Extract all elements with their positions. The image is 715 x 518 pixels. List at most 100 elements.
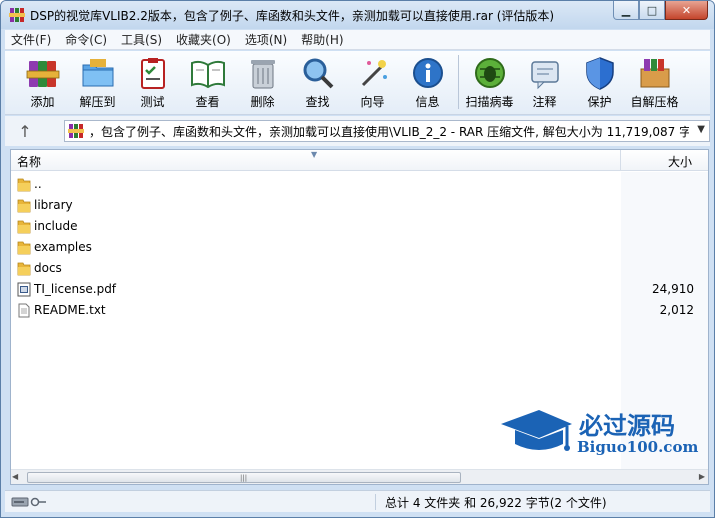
column-divider[interactable] — [620, 150, 621, 171]
column-name-header[interactable]: 名称 — [17, 153, 41, 170]
menu-bar: 文件(F) 命令(C) 工具(S) 收藏夹(O) 选项(N) 帮助(H) — [5, 30, 710, 50]
up-folder-button[interactable]: ↑ — [5, 117, 45, 145]
toolbar: 添加 解压到 测试 查看 删除 查找 向导 信息 扫描病毒 注释 保护 自解压格 — [5, 51, 710, 115]
file-name: .. — [34, 177, 42, 191]
dropdown-arrow-icon[interactable]: ▼ — [697, 124, 705, 135]
column-size-header[interactable]: 大小 — [668, 153, 692, 170]
add-button[interactable]: 添加 — [15, 51, 70, 111]
close-button[interactable]: ✕ — [665, 1, 708, 20]
scrollbar-thumb[interactable]: ||| — [27, 472, 461, 483]
file-name: docs — [34, 261, 62, 275]
comment-button[interactable]: 注释 — [517, 51, 572, 111]
open-book-icon — [190, 60, 225, 89]
menu-favorites[interactable]: 收藏夹(O) — [176, 31, 231, 48]
view-label: 查看 — [195, 95, 220, 109]
file-row[interactable]: TI_license.pdf 24,910 — [11, 279, 708, 300]
watermark-subtitle: Biguo100.com — [577, 438, 699, 456]
winrar-app-icon — [9, 8, 25, 22]
trash-can-icon — [250, 60, 275, 89]
file-row[interactable]: README.txt 2,012 — [11, 300, 708, 321]
comment-note-icon — [530, 61, 559, 90]
watermark: 必过源码 Biguo100.com — [499, 406, 704, 466]
path-combobox[interactable]: ，包含了例子、库函数和头文件，亲测加载可以直接使用\VLIB_2_2 - RAR… — [64, 120, 710, 142]
menu-help[interactable]: 帮助(H) — [301, 31, 343, 48]
sort-arrow-icon: ▼ — [311, 150, 318, 159]
folder-icon — [17, 178, 31, 192]
shield-icon — [585, 57, 614, 90]
sfx-box-icon — [640, 59, 669, 88]
toolbar-separator — [458, 55, 459, 109]
protect-button[interactable]: 保护 — [572, 51, 627, 111]
text-file-icon — [18, 303, 30, 318]
file-name: README.txt — [34, 303, 106, 317]
find-button[interactable]: 查找 — [290, 51, 345, 111]
maximize-icon: □ — [646, 3, 658, 17]
wizard-label: 向导 — [360, 95, 385, 109]
folder-icon — [17, 241, 31, 255]
arrow-up-icon: ↑ — [18, 121, 32, 141]
file-name: TI_license.pdf — [34, 282, 117, 296]
file-row[interactable]: examples — [11, 237, 708, 258]
delete-label: 删除 — [250, 95, 275, 109]
graduation-cap-icon — [501, 410, 572, 451]
drive-key-icon — [11, 497, 46, 507]
status-summary: 总计 4 文件夹 和 26,922 字节(2 个文件) — [385, 496, 607, 510]
sfx-button[interactable]: 自解压格 — [627, 51, 682, 111]
delete-button[interactable]: 删除 — [235, 51, 290, 111]
file-name: include — [34, 219, 78, 233]
file-row[interactable]: docs — [11, 258, 708, 279]
folder-icon — [17, 199, 31, 213]
file-row[interactable]: library — [11, 195, 708, 216]
menu-tools[interactable]: 工具(S) — [121, 31, 162, 48]
maximize-button[interactable]: □ — [639, 1, 665, 20]
checklist-icon — [140, 58, 165, 89]
extract-to-button[interactable]: 解压到 — [70, 51, 125, 111]
info-label: 信息 — [415, 95, 440, 109]
folder-icon — [17, 220, 31, 234]
extract-folder-icon — [82, 59, 113, 87]
scroll-right-icon[interactable]: ▶ — [699, 472, 705, 481]
protect-label: 保护 — [587, 95, 612, 109]
menu-file[interactable]: 文件(F) — [11, 31, 51, 48]
file-name: examples — [34, 240, 92, 254]
title-bar[interactable]: DSP的视觉库VLIB2.2版本，包含了例子、库函数和头文件，亲测加载可以直接使… — [1, 1, 714, 29]
view-button[interactable]: 查看 — [180, 51, 235, 111]
extract-to-label: 解压到 — [79, 95, 116, 109]
file-list: 名称 ▼ 大小 .. library include examples docs TI_l… — [10, 149, 709, 485]
close-icon: ✕ — [681, 3, 692, 17]
folder-icon — [17, 262, 31, 276]
path-text: ，包含了例子、库函数和头文件，亲测加载可以直接使用\VLIB_2_2 - RAR… — [89, 124, 689, 139]
horizontal-scrollbar[interactable]: ◀ ||| ▶ — [11, 469, 708, 484]
magic-wand-icon — [361, 60, 387, 87]
archive-books-icon — [26, 61, 59, 87]
watermark-title: 必过源码 — [579, 411, 675, 440]
comment-label: 注释 — [532, 95, 557, 109]
rar-archive-icon — [68, 124, 84, 138]
column-header: 名称 ▼ 大小 — [11, 150, 708, 171]
grip-icon: ||| — [240, 474, 248, 482]
scroll-left-icon[interactable]: ◀ — [12, 472, 18, 481]
address-bar: ↑ ，包含了例子、库函数和头文件，亲测加载可以直接使用\VLIB_2_2 - R… — [5, 116, 710, 146]
sfx-label: 自解压格 — [630, 95, 679, 109]
minimize-button[interactable]: ▁ — [613, 1, 639, 20]
window-title: DSP的视觉库VLIB2.2版本，包含了例子、库函数和头文件，亲测加载可以直接使… — [30, 9, 555, 23]
add-label: 添加 — [30, 95, 55, 109]
minimize-icon: ▁ — [621, 3, 631, 17]
file-size: 2,012 — [659, 303, 694, 317]
test-label: 测试 — [140, 95, 165, 109]
status-separator — [375, 494, 376, 510]
virus-scan-button[interactable]: 扫描病毒 — [462, 51, 517, 111]
file-row[interactable]: .. — [11, 174, 708, 195]
info-button[interactable]: 信息 — [400, 51, 455, 111]
app-window: DSP的视觉库VLIB2.2版本，包含了例子、库函数和头文件，亲测加载可以直接使… — [0, 0, 715, 518]
file-row[interactable]: include — [11, 216, 708, 237]
test-button[interactable]: 测试 — [125, 51, 180, 111]
find-label: 查找 — [305, 95, 330, 109]
menu-options[interactable]: 选项(N) — [245, 31, 287, 48]
window-controls: ▁ □ ✕ — [613, 1, 708, 20]
wizard-button[interactable]: 向导 — [345, 51, 400, 111]
file-size: 24,910 — [652, 282, 694, 296]
status-bar: 总计 4 文件夹 和 26,922 字节(2 个文件) — [5, 490, 710, 512]
menu-commands[interactable]: 命令(C) — [65, 31, 107, 48]
virus-scan-label: 扫描病毒 — [465, 95, 514, 109]
